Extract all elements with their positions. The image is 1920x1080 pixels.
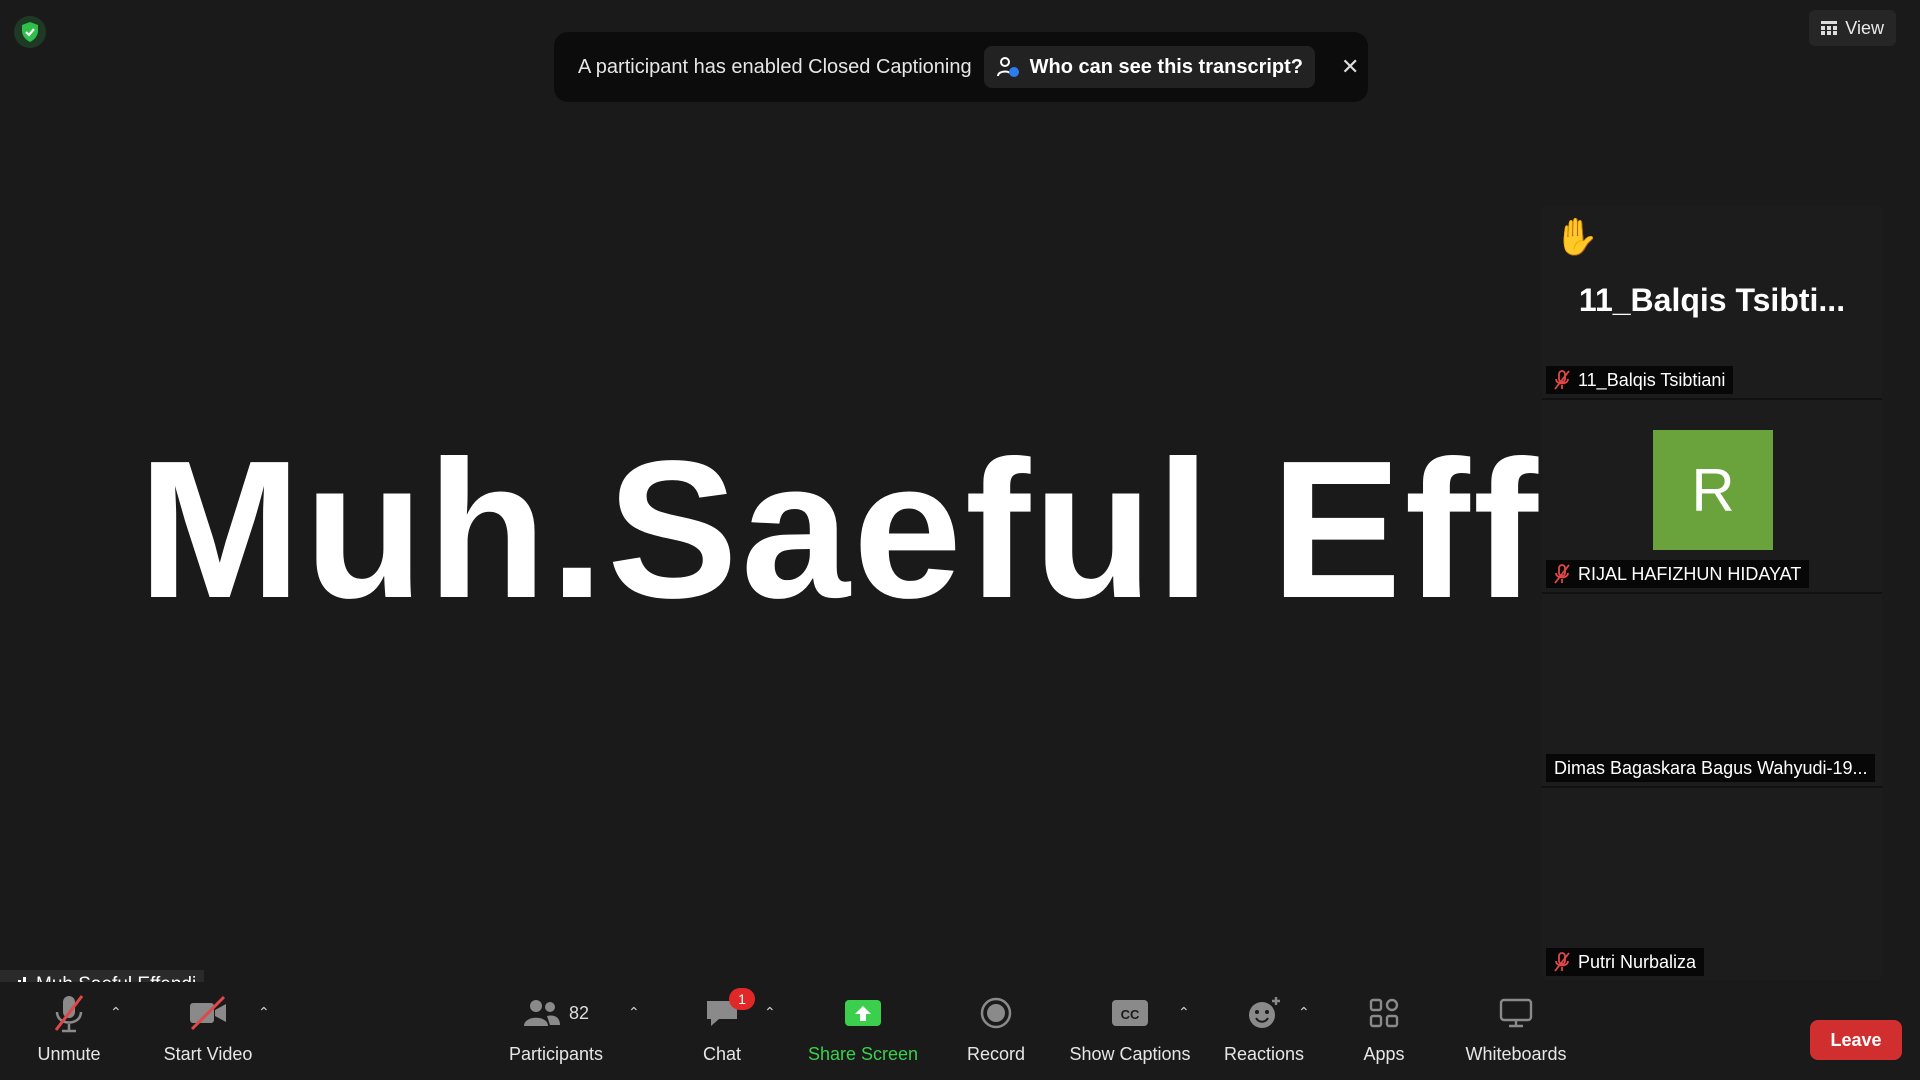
share-screen-button[interactable]: Share Screen [804, 990, 922, 1076]
apps-icon [1369, 998, 1399, 1028]
unmute-button[interactable]: Unmute [30, 990, 108, 1076]
view-label: View [1845, 17, 1884, 38]
video-off-icon [190, 995, 226, 1031]
start-video-label: Start Video [163, 1044, 253, 1064]
muted-mic-icon [1554, 370, 1570, 390]
mic-off-icon-wrap [51, 990, 87, 1036]
record-icon-wrap [980, 990, 1012, 1036]
chat-unread-badge: 1 [729, 988, 755, 1010]
muted-mic-icon [1554, 564, 1570, 584]
participant-name: 11_Balqis Tsibtiani [1578, 369, 1726, 390]
person-info-icon [996, 57, 1019, 77]
whiteboard-icon-wrap [1499, 990, 1533, 1036]
video-off-icon-wrap [188, 990, 228, 1036]
hand-icon: ✋ [1554, 216, 1599, 257]
tile-name-label: Dimas Bagaskara Bagus Wahyudi-19... [1546, 754, 1876, 782]
captions-icon-wrap: CC [1111, 990, 1149, 1036]
tile-name-label: Putri Nurbaliza [1546, 948, 1705, 976]
reactions-caret-icon[interactable]: ⌃ [1298, 1004, 1310, 1021]
apps-icon-wrap [1368, 990, 1400, 1036]
tile-name-label: RIJAL HAFIZHUN HIDAYAT [1546, 560, 1810, 588]
participant-tile[interactable]: ✋ 11_Balqis Tsibti... 11_Balqis Tsibtian… [1542, 206, 1882, 398]
transcript-visibility-button[interactable]: Who can see this transcript? [983, 46, 1315, 88]
whiteboards-label: Whiteboards [1465, 1044, 1567, 1064]
video-options-caret-icon[interactable]: ⌃ [258, 1004, 270, 1021]
tile-display-name: 11_Balqis Tsibti... [1578, 282, 1846, 318]
reactions-icon [1249, 997, 1280, 1028]
participant-tile[interactable]: R RIJAL HAFIZHUN HIDAYAT [1542, 400, 1882, 592]
chat-icon-wrap: 1 [705, 988, 755, 1036]
start-video-button[interactable]: Start Video [156, 990, 260, 1076]
participants-caret-icon[interactable]: ⌃ [628, 1004, 640, 1021]
participant-name: RIJAL HAFIZHUN HIDAYAT [1578, 563, 1802, 584]
chat-label: Chat [702, 1044, 742, 1064]
share-screen-label: Share Screen [807, 1044, 919, 1064]
participants-count: 82 [568, 1002, 590, 1023]
whiteboards-button[interactable]: Whiteboards [1460, 990, 1572, 1076]
banner-message: A participant has enabled Closed Caption… [578, 55, 972, 78]
participants-icon [523, 1000, 560, 1026]
reactions-label: Reactions [1223, 1044, 1305, 1064]
record-button[interactable]: Record [960, 990, 1032, 1076]
closed-caption-banner: A participant has enabled Closed Caption… [554, 32, 1368, 102]
svg-text:CC: CC [1121, 1007, 1140, 1022]
transcript-link-label: Who can see this transcript? [1029, 55, 1303, 78]
leave-button[interactable]: Leave [1810, 1020, 1902, 1060]
captions-icon: CC [1112, 1000, 1148, 1026]
chat-button[interactable]: 1 Chat [692, 988, 755, 1076]
participant-name: Dimas Bagaskara Bagus Wahyudi-19... [1554, 757, 1868, 778]
view-button[interactable]: View [1809, 10, 1896, 46]
audio-options-caret-icon[interactable]: ⌃ [110, 1004, 122, 1021]
chat-caret-icon[interactable]: ⌃ [764, 1004, 776, 1021]
meeting-toolbar: Unmute ⌃ Start Video ⌃ 82 Participants ⌃… [0, 982, 1920, 1080]
participant-name: Putri Nurbaliza [1578, 951, 1697, 972]
tile-name-label: 11_Balqis Tsibtiani [1546, 366, 1734, 394]
participant-tile[interactable]: Dimas Bagaskara Bagus Wahyudi-19... [1542, 594, 1882, 786]
show-captions-button[interactable]: CC Show Captions [1066, 990, 1194, 1076]
participants-label: Participants [508, 1044, 604, 1064]
reactions-icon-wrap [1246, 990, 1282, 1036]
whiteboard-icon [1499, 998, 1533, 1028]
captions-caret-icon[interactable]: ⌃ [1178, 1004, 1190, 1021]
avatar: R [1653, 430, 1773, 550]
share-screen-icon-wrap [844, 990, 882, 1036]
participant-gallery: ✋ 11_Balqis Tsibti... 11_Balqis Tsibtian… [1542, 206, 1882, 980]
record-label: Record [966, 1044, 1026, 1064]
grid-icon [1821, 21, 1838, 35]
show-captions-label: Show Captions [1069, 1044, 1191, 1064]
reactions-button[interactable]: Reactions [1222, 990, 1306, 1076]
active-speaker-view: Muh.Saeful Effendi [0, 420, 1542, 640]
close-icon[interactable]: ✕ [1341, 54, 1359, 80]
share-screen-icon [845, 1000, 881, 1026]
apps-button[interactable]: Apps [1356, 990, 1412, 1076]
meeting-stage: View A participant has enabled Closed Ca… [0, 0, 1920, 1000]
active-speaker-name: Muh.Saeful Effendi [138, 420, 1542, 639]
apps-label: Apps [1363, 1044, 1405, 1064]
muted-mic-icon [1554, 952, 1570, 972]
mic-off-icon [54, 995, 84, 1033]
unmute-label: Unmute [37, 1044, 101, 1064]
participant-tile[interactable]: Putri Nurbaliza [1542, 788, 1882, 980]
participants-icon-wrap: 82 [523, 990, 589, 1036]
security-shield-icon[interactable] [14, 16, 46, 48]
participants-button[interactable]: 82 Participants [504, 990, 608, 1076]
record-icon [980, 997, 1012, 1029]
